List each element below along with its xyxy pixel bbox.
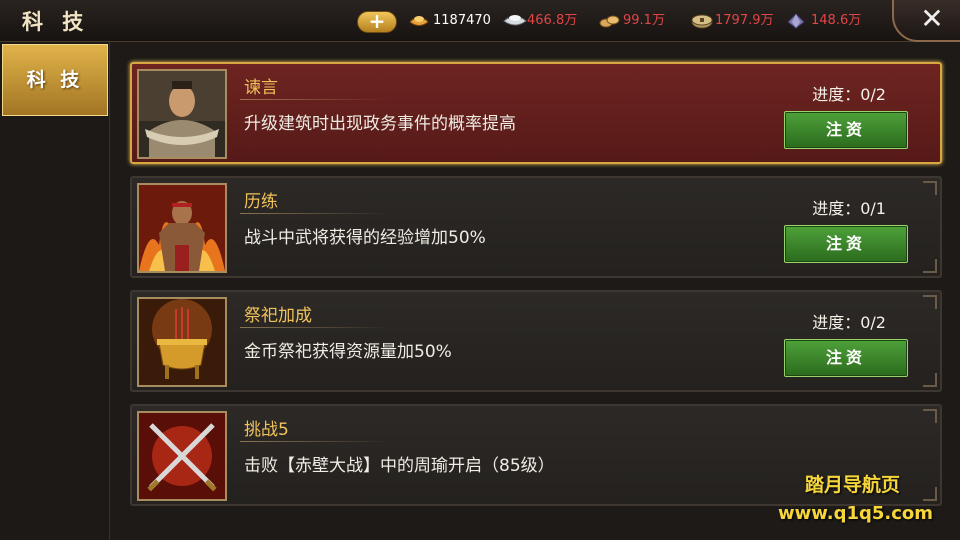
tab-tech[interactable]: 科 技 xyxy=(2,44,108,116)
tech-card-lilian[interactable]: 历练 战斗中武将获得的经验增加50% 进度：0/1 注资 xyxy=(130,176,942,278)
food-icon xyxy=(598,13,620,29)
resource-value: 466.8万 xyxy=(527,13,578,28)
frame-corner xyxy=(923,295,937,309)
tech-progress: 进度：0/2 xyxy=(812,313,886,332)
crossed-swords-icon xyxy=(137,411,227,501)
tech-card-jisi[interactable]: 祭祀加成 金币祭祀获得资源量加50% 进度：0/2 注资 xyxy=(130,290,942,392)
tech-description: 战斗中武将获得的经验增加50% xyxy=(244,228,486,248)
invest-button[interactable]: 注资 xyxy=(784,225,908,263)
crystal-icon xyxy=(786,12,808,29)
invest-button[interactable]: 注资 xyxy=(784,339,908,377)
invest-button[interactable]: 注资 xyxy=(784,111,908,149)
resource-food: 99.1万 xyxy=(598,12,665,30)
frame-corner xyxy=(923,487,937,501)
frame-corner xyxy=(923,259,937,273)
divider xyxy=(240,99,390,100)
tech-progress: 进度：0/1 xyxy=(812,199,886,218)
watermark-url: www.q1q5.com xyxy=(778,503,934,524)
resource-value: 99.1万 xyxy=(623,13,665,28)
gold-ingot-icon xyxy=(408,13,430,29)
tech-name: 谏言 xyxy=(244,78,278,98)
divider xyxy=(240,213,390,214)
watermark-title: 踏月导航页 xyxy=(805,474,901,496)
tech-description: 击败【赤壁大战】中的周瑜开启（85级） xyxy=(244,456,555,476)
add-currency-button[interactable]: + xyxy=(357,11,397,33)
tech-progress: 进度：0/2 xyxy=(812,85,886,104)
tech-description: 升级建筑时出现政务事件的概率提高 xyxy=(244,114,516,134)
top-bar: 科 技 + 1187470 466.8万 99.1万 1797.9万 148.6… xyxy=(0,0,960,42)
coin-icon xyxy=(690,13,713,29)
close-button[interactable]: ✕ xyxy=(892,0,960,42)
frame-corner xyxy=(923,181,937,195)
tech-name: 祭祀加成 xyxy=(244,306,312,326)
warrior-portrait-icon xyxy=(137,183,227,273)
resource-silver: 466.8万 xyxy=(502,12,577,30)
resource-coin: 1797.9万 xyxy=(690,12,774,30)
close-icon: ✕ xyxy=(920,2,944,35)
frame-corner xyxy=(923,409,937,423)
silver-icon xyxy=(502,13,527,29)
tech-name: 历练 xyxy=(244,192,278,212)
sidebar: 科 技 xyxy=(0,42,110,540)
advisor-portrait-icon xyxy=(137,69,227,159)
resource-value: 1797.9万 xyxy=(715,13,774,28)
frame-corner xyxy=(923,373,937,387)
resource-value: 1187470 xyxy=(433,13,491,28)
tech-name: 挑战5 xyxy=(244,420,289,440)
resource-gold-ingot: 1187470 xyxy=(408,12,491,30)
tech-description: 金币祭祀获得资源量加50% xyxy=(244,342,452,362)
resource-value: 148.6万 xyxy=(811,13,862,28)
divider xyxy=(240,327,390,328)
incense-burner-icon xyxy=(137,297,227,387)
page-title: 科 技 xyxy=(22,9,90,34)
tech-list: 谏言 升级建筑时出现政务事件的概率提高 进度：0/2 注资 历练 战斗中武将获得… xyxy=(110,42,960,540)
tech-card-jianyan[interactable]: 谏言 升级建筑时出现政务事件的概率提高 进度：0/2 注资 xyxy=(130,62,942,164)
divider xyxy=(240,441,390,442)
resource-crystal: 148.6万 xyxy=(786,12,861,30)
